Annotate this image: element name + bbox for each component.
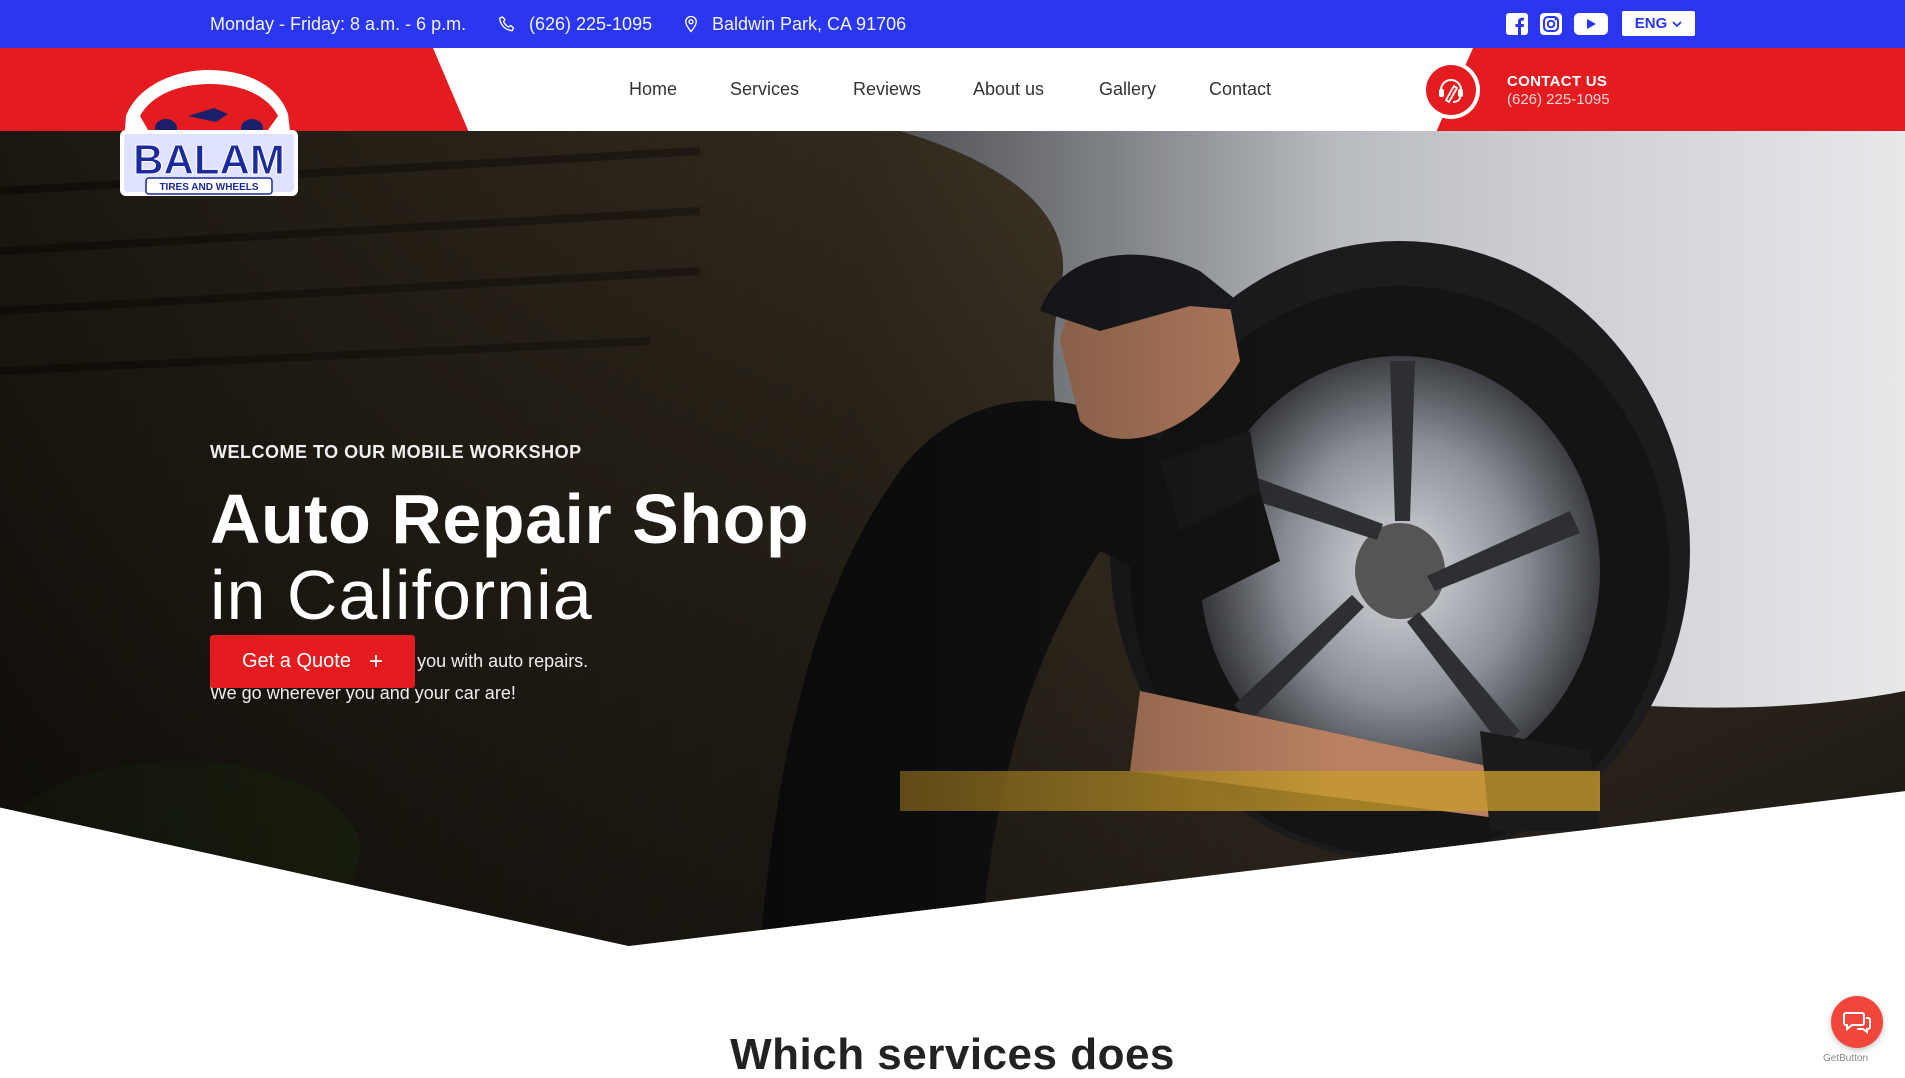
get-a-quote-label: Get a Quote <box>242 650 351 672</box>
logo-text: BALAM <box>133 136 285 183</box>
language-selector[interactable]: ENG <box>1622 11 1695 36</box>
instagram-icon[interactable] <box>1539 12 1563 36</box>
language-label: ENG <box>1634 15 1668 32</box>
services-section-title: Which services does <box>730 1030 1175 1078</box>
getbutton-credit-text: GetButton <box>1823 1053 1869 1064</box>
balam-logo-graphic: BALAM TIRES AND WHEELS <box>120 70 298 196</box>
getbutton-credit[interactable]: GetButton <box>1823 1053 1868 1064</box>
nav-contact[interactable]: Contact <box>1209 48 1271 131</box>
top-phone[interactable]: (626) 225-1095 <box>497 0 652 48</box>
top-address-text: Baldwin Park, CA 91706 <box>712 13 907 34</box>
top-phone-text[interactable]: (626) 225-1095 <box>529 14 652 35</box>
business-hours: Monday - Friday: 8 a.m. - 6 p.m. <box>210 0 466 48</box>
hero-title-line1: Auto Repair Shop <box>210 480 810 558</box>
logo-tagline: TIRES AND WHEELS <box>159 182 258 193</box>
support-agent-icon <box>1439 79 1463 104</box>
nav-services[interactable]: Services <box>730 48 799 131</box>
hero-kicker: WELCOME TO OUR MOBILE WORKSHOP <box>210 442 582 462</box>
page: Monday - Friday: 8 a.m. - 6 p.m. (626) 2… <box>0 0 1905 1078</box>
contact-phone[interactable]: (626) 225-1095 <box>1507 91 1610 108</box>
social-links <box>1505 11 1609 37</box>
chevron-down-icon <box>1672 20 1682 27</box>
contact-badge <box>1422 61 1480 119</box>
top-address: Baldwin Park, CA 91706 <box>682 0 906 48</box>
phone-icon <box>499 16 515 32</box>
top-bar: Monday - Friday: 8 a.m. - 6 p.m. (626) 2… <box>0 0 1905 48</box>
nav-gallery[interactable]: Gallery <box>1099 48 1156 131</box>
location-pin-icon <box>685 15 697 33</box>
contact-title: CONTACT US <box>1507 72 1608 90</box>
nav-about-us[interactable]: About us <box>973 48 1044 131</box>
plus-icon: + <box>368 647 383 675</box>
get-a-quote-button[interactable]: Get a Quote + <box>210 635 415 688</box>
hero-section: WELCOME TO OUR MOBILE WORKSHOP Auto Repa… <box>0 131 1905 946</box>
youtube-icon[interactable] <box>1573 12 1609 36</box>
chat-icon <box>1843 1012 1871 1034</box>
hero-title-line2: in California <box>210 556 593 634</box>
site-logo[interactable]: BALAM TIRES AND WHEELS <box>118 64 300 204</box>
business-hours-text: Monday - Friday: 8 a.m. - 6 p.m. <box>210 13 467 34</box>
nav-reviews[interactable]: Reviews <box>853 48 921 131</box>
nav-home[interactable]: Home <box>629 48 677 131</box>
header-contact[interactable]: CONTACT US (626) 225-1095 <box>1422 61 1610 119</box>
facebook-icon[interactable] <box>1505 12 1529 36</box>
chat-widget-button[interactable] <box>1831 996 1883 1048</box>
